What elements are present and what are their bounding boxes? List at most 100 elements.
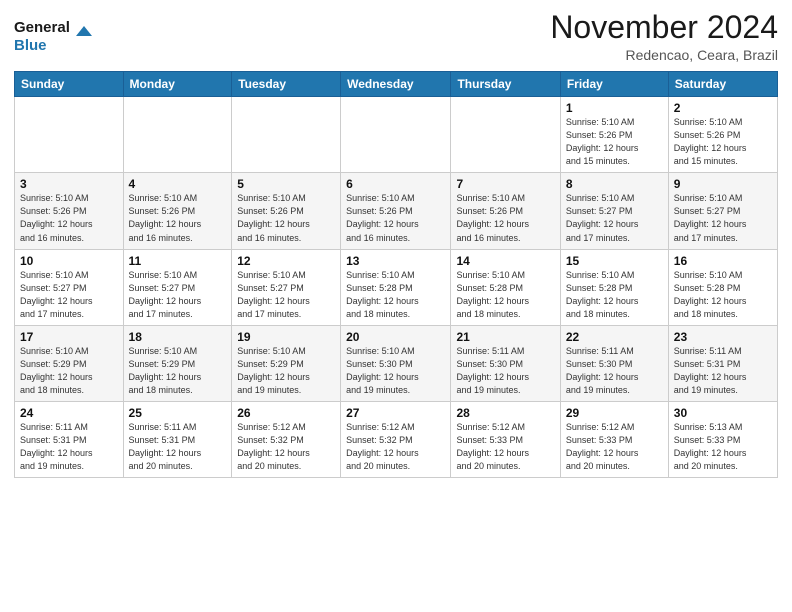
calendar-cell bbox=[232, 97, 341, 173]
page: General Blue November 2024 Redencao, Cea… bbox=[0, 0, 792, 612]
title-block: November 2024 Redencao, Ceara, Brazil bbox=[550, 10, 778, 63]
day-info: Sunrise: 5:10 AM Sunset: 5:29 PM Dayligh… bbox=[237, 345, 335, 397]
day-number: 8 bbox=[566, 177, 663, 191]
calendar-cell: 18Sunrise: 5:10 AM Sunset: 5:29 PM Dayli… bbox=[123, 325, 232, 401]
col-friday: Friday bbox=[560, 72, 668, 97]
day-info: Sunrise: 5:10 AM Sunset: 5:29 PM Dayligh… bbox=[20, 345, 118, 397]
calendar-cell: 7Sunrise: 5:10 AM Sunset: 5:26 PM Daylig… bbox=[451, 173, 560, 249]
calendar-cell: 12Sunrise: 5:10 AM Sunset: 5:27 PM Dayli… bbox=[232, 249, 341, 325]
calendar-cell: 14Sunrise: 5:10 AM Sunset: 5:28 PM Dayli… bbox=[451, 249, 560, 325]
day-number: 21 bbox=[456, 330, 554, 344]
svg-text:General: General bbox=[14, 19, 70, 36]
day-info: Sunrise: 5:10 AM Sunset: 5:26 PM Dayligh… bbox=[346, 192, 445, 244]
day-number: 6 bbox=[346, 177, 445, 191]
day-info: Sunrise: 5:10 AM Sunset: 5:26 PM Dayligh… bbox=[20, 192, 118, 244]
calendar-cell: 17Sunrise: 5:10 AM Sunset: 5:29 PM Dayli… bbox=[15, 325, 124, 401]
header: General Blue November 2024 Redencao, Cea… bbox=[14, 10, 778, 63]
day-info: Sunrise: 5:12 AM Sunset: 5:33 PM Dayligh… bbox=[566, 421, 663, 473]
day-number: 10 bbox=[20, 254, 118, 268]
day-info: Sunrise: 5:10 AM Sunset: 5:26 PM Dayligh… bbox=[129, 192, 227, 244]
calendar-cell: 23Sunrise: 5:11 AM Sunset: 5:31 PM Dayli… bbox=[668, 325, 777, 401]
day-info: Sunrise: 5:10 AM Sunset: 5:26 PM Dayligh… bbox=[456, 192, 554, 244]
calendar-cell bbox=[15, 97, 124, 173]
day-number: 19 bbox=[237, 330, 335, 344]
day-number: 18 bbox=[129, 330, 227, 344]
day-info: Sunrise: 5:10 AM Sunset: 5:28 PM Dayligh… bbox=[566, 269, 663, 321]
day-info: Sunrise: 5:10 AM Sunset: 5:26 PM Dayligh… bbox=[674, 116, 772, 168]
day-number: 27 bbox=[346, 406, 445, 420]
day-number: 16 bbox=[674, 254, 772, 268]
col-wednesday: Wednesday bbox=[341, 72, 451, 97]
svg-text:Blue: Blue bbox=[14, 37, 47, 54]
calendar-table: Sunday Monday Tuesday Wednesday Thursday… bbox=[14, 71, 778, 478]
logo-icon: General Blue bbox=[14, 14, 104, 58]
day-info: Sunrise: 5:10 AM Sunset: 5:28 PM Dayligh… bbox=[456, 269, 554, 321]
day-number: 5 bbox=[237, 177, 335, 191]
day-info: Sunrise: 5:10 AM Sunset: 5:26 PM Dayligh… bbox=[566, 116, 663, 168]
day-number: 30 bbox=[674, 406, 772, 420]
location: Redencao, Ceara, Brazil bbox=[550, 47, 778, 63]
calendar-header-row: Sunday Monday Tuesday Wednesday Thursday… bbox=[15, 72, 778, 97]
calendar-cell bbox=[123, 97, 232, 173]
day-number: 20 bbox=[346, 330, 445, 344]
calendar-cell: 28Sunrise: 5:12 AM Sunset: 5:33 PM Dayli… bbox=[451, 401, 560, 477]
day-info: Sunrise: 5:11 AM Sunset: 5:31 PM Dayligh… bbox=[129, 421, 227, 473]
calendar-cell: 30Sunrise: 5:13 AM Sunset: 5:33 PM Dayli… bbox=[668, 401, 777, 477]
calendar-cell: 10Sunrise: 5:10 AM Sunset: 5:27 PM Dayli… bbox=[15, 249, 124, 325]
calendar-cell: 22Sunrise: 5:11 AM Sunset: 5:30 PM Dayli… bbox=[560, 325, 668, 401]
calendar-week-row: 10 Sunrise: 5:10 AM Sunset: 5:27 PM Dayli… bbox=[15, 249, 778, 325]
day-info: Sunrise: 5:10 AM Sunset: 5:28 PM Dayligh… bbox=[346, 269, 445, 321]
day-info: Sunrise: 5:10 AM Sunset: 5:27 PM Dayligh… bbox=[129, 269, 227, 321]
calendar-cell: 11Sunrise: 5:10 AM Sunset: 5:27 PM Dayli… bbox=[123, 249, 232, 325]
day-number: 17 bbox=[20, 330, 118, 344]
day-number: 1 bbox=[566, 101, 663, 115]
day-number: 9 bbox=[674, 177, 772, 191]
day-number: 13 bbox=[346, 254, 445, 268]
day-info: Sunrise: 5:10 AM Sunset: 5:29 PM Dayligh… bbox=[129, 345, 227, 397]
logo: General Blue bbox=[14, 14, 104, 63]
day-info: Sunrise: 5:11 AM Sunset: 5:30 PM Dayligh… bbox=[566, 345, 663, 397]
day-number: 2 bbox=[674, 101, 772, 115]
col-monday: Monday bbox=[123, 72, 232, 97]
calendar-cell: 2Sunrise: 5:10 AM Sunset: 5:26 PM Daylig… bbox=[668, 97, 777, 173]
day-info: Sunrise: 5:12 AM Sunset: 5:32 PM Dayligh… bbox=[346, 421, 445, 473]
col-sunday: Sunday bbox=[15, 72, 124, 97]
day-info: Sunrise: 5:12 AM Sunset: 5:32 PM Dayligh… bbox=[237, 421, 335, 473]
calendar-cell: 19Sunrise: 5:10 AM Sunset: 5:29 PM Dayli… bbox=[232, 325, 341, 401]
day-info: Sunrise: 5:10 AM Sunset: 5:27 PM Dayligh… bbox=[566, 192, 663, 244]
day-info: Sunrise: 5:10 AM Sunset: 5:27 PM Dayligh… bbox=[674, 192, 772, 244]
day-number: 28 bbox=[456, 406, 554, 420]
logo-text-block: General Blue bbox=[14, 14, 104, 63]
day-info: Sunrise: 5:10 AM Sunset: 5:28 PM Dayligh… bbox=[674, 269, 772, 321]
day-number: 23 bbox=[674, 330, 772, 344]
calendar-cell: 27Sunrise: 5:12 AM Sunset: 5:32 PM Dayli… bbox=[341, 401, 451, 477]
calendar-cell: 24Sunrise: 5:11 AM Sunset: 5:31 PM Dayli… bbox=[15, 401, 124, 477]
day-number: 12 bbox=[237, 254, 335, 268]
day-number: 25 bbox=[129, 406, 227, 420]
calendar-cell: 3Sunrise: 5:10 AM Sunset: 5:26 PM Daylig… bbox=[15, 173, 124, 249]
day-number: 15 bbox=[566, 254, 663, 268]
calendar-cell bbox=[451, 97, 560, 173]
day-info: Sunrise: 5:10 AM Sunset: 5:26 PM Dayligh… bbox=[237, 192, 335, 244]
day-number: 24 bbox=[20, 406, 118, 420]
calendar-cell: 4Sunrise: 5:10 AM Sunset: 5:26 PM Daylig… bbox=[123, 173, 232, 249]
calendar-cell bbox=[341, 97, 451, 173]
col-thursday: Thursday bbox=[451, 72, 560, 97]
day-number: 29 bbox=[566, 406, 663, 420]
calendar-cell: 15Sunrise: 5:10 AM Sunset: 5:28 PM Dayli… bbox=[560, 249, 668, 325]
calendar-week-row: 17Sunrise: 5:10 AM Sunset: 5:29 PM Dayli… bbox=[15, 325, 778, 401]
calendar-cell: 29Sunrise: 5:12 AM Sunset: 5:33 PM Dayli… bbox=[560, 401, 668, 477]
calendar-cell: 26Sunrise: 5:12 AM Sunset: 5:32 PM Dayli… bbox=[232, 401, 341, 477]
day-number: 22 bbox=[566, 330, 663, 344]
day-number: 14 bbox=[456, 254, 554, 268]
calendar-cell: 20Sunrise: 5:10 AM Sunset: 5:30 PM Dayli… bbox=[341, 325, 451, 401]
day-info: Sunrise: 5:11 AM Sunset: 5:30 PM Dayligh… bbox=[456, 345, 554, 397]
calendar-cell: 9Sunrise: 5:10 AM Sunset: 5:27 PM Daylig… bbox=[668, 173, 777, 249]
calendar-week-row: 24 Sunrise: 5:11 AM Sunset: 5:31 PM Dayli… bbox=[15, 401, 778, 477]
calendar-cell: 25Sunrise: 5:11 AM Sunset: 5:31 PM Dayli… bbox=[123, 401, 232, 477]
day-number: 3 bbox=[20, 177, 118, 191]
day-info: Sunrise: 5:11 AM Sunset: 5:31 PM Dayligh… bbox=[674, 345, 772, 397]
calendar-cell: 8Sunrise: 5:10 AM Sunset: 5:27 PM Daylig… bbox=[560, 173, 668, 249]
col-saturday: Saturday bbox=[668, 72, 777, 97]
day-number: 7 bbox=[456, 177, 554, 191]
